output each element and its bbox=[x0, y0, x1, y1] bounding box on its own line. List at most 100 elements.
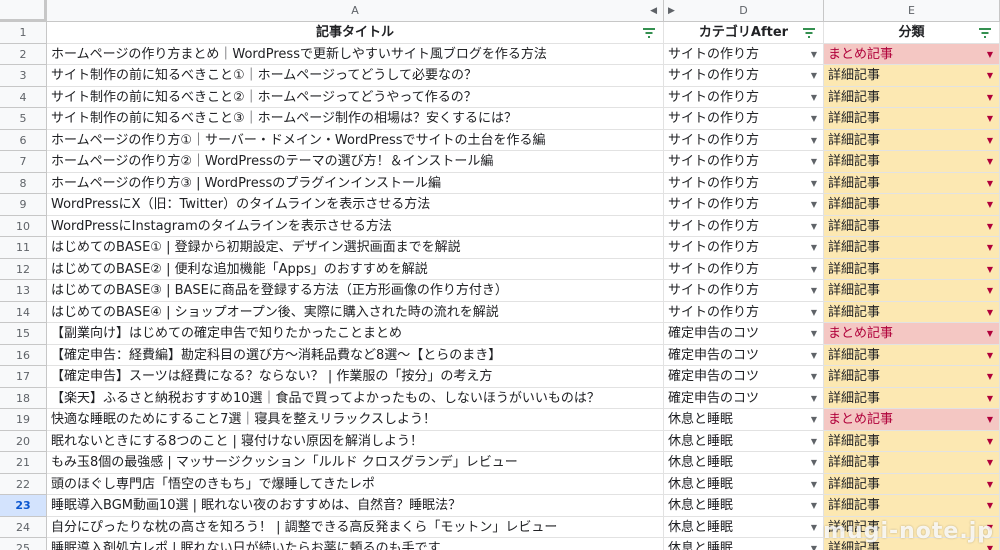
row-number[interactable]: 20 bbox=[0, 430, 47, 452]
row-number[interactable]: 24 bbox=[0, 516, 47, 538]
filter-icon[interactable] bbox=[643, 28, 655, 38]
row-number[interactable]: 14 bbox=[0, 301, 47, 323]
dropdown-arrow-icon[interactable]: ▼ bbox=[987, 216, 993, 237]
category-cell[interactable]: 休息と睡眠 ▼ bbox=[664, 473, 824, 495]
dropdown-arrow-icon[interactable]: ▼ bbox=[811, 431, 817, 452]
title-cell[interactable]: はじめてのBASE① | 登録から初期設定、デザイン選択画面までを解説 bbox=[47, 237, 664, 259]
dropdown-arrow-icon[interactable]: ▼ bbox=[811, 495, 817, 516]
row-number[interactable]: 11 bbox=[0, 237, 47, 259]
dropdown-arrow-icon[interactable]: ▼ bbox=[987, 409, 993, 430]
dropdown-arrow-icon[interactable]: ▼ bbox=[811, 108, 817, 129]
title-cell[interactable]: 眠れないときにする8つのこと | 寝付けない原因を解消しよう！ bbox=[47, 430, 664, 452]
type-cell[interactable]: 詳細記事 ▼ bbox=[824, 387, 1000, 409]
dropdown-arrow-icon[interactable]: ▼ bbox=[811, 151, 817, 172]
title-cell[interactable]: WordPressにInstagramのタイムラインを表示させる方法 bbox=[47, 215, 664, 237]
type-cell[interactable]: 詳細記事 ▼ bbox=[824, 172, 1000, 194]
title-cell[interactable]: ホームページの作り方①｜サーバー・ドメイン・WordPressでサイトの土台を作… bbox=[47, 129, 664, 151]
category-cell[interactable]: 確定申告のコツ ▼ bbox=[664, 366, 824, 388]
dropdown-arrow-icon[interactable]: ▼ bbox=[987, 495, 993, 516]
spreadsheet-grid[interactable]: A ◀ ▶ D E 1 記事タイトル カテゴリAfter 分類 2 ホームページの… bbox=[0, 0, 1000, 550]
title-cell[interactable]: 自分にぴったりな枕の高さを知ろう！ | 調整できる高反発まくら「モットン」レビュ… bbox=[47, 516, 664, 538]
category-cell[interactable]: サイトの作り方 ▼ bbox=[664, 215, 824, 237]
row-number[interactable]: 10 bbox=[0, 215, 47, 237]
row-number[interactable]: 6 bbox=[0, 129, 47, 151]
dropdown-arrow-icon[interactable]: ▼ bbox=[811, 216, 817, 237]
row-number[interactable]: 19 bbox=[0, 409, 47, 431]
category-cell[interactable]: サイトの作り方 ▼ bbox=[664, 258, 824, 280]
type-cell[interactable]: 詳細記事 ▼ bbox=[824, 258, 1000, 280]
row-number[interactable]: 21 bbox=[0, 452, 47, 474]
dropdown-arrow-icon[interactable]: ▼ bbox=[987, 280, 993, 301]
title-cell[interactable]: サイト制作の前に知るべきこと③｜ホームページ制作の相場は？安くするには？ bbox=[47, 108, 664, 130]
dropdown-arrow-icon[interactable]: ▼ bbox=[811, 194, 817, 215]
dropdown-arrow-icon[interactable]: ▼ bbox=[811, 366, 817, 387]
dropdown-arrow-icon[interactable]: ▼ bbox=[811, 44, 817, 65]
dropdown-arrow-icon[interactable]: ▼ bbox=[987, 388, 993, 409]
dropdown-arrow-icon[interactable]: ▼ bbox=[811, 259, 817, 280]
dropdown-arrow-icon[interactable]: ▼ bbox=[987, 194, 993, 215]
type-cell[interactable]: 詳細記事 ▼ bbox=[824, 108, 1000, 130]
dropdown-arrow-icon[interactable]: ▼ bbox=[987, 366, 993, 387]
dropdown-arrow-icon[interactable]: ▼ bbox=[987, 87, 993, 108]
type-cell[interactable]: 詳細記事 ▼ bbox=[824, 473, 1000, 495]
category-cell[interactable]: サイトの作り方 ▼ bbox=[664, 43, 824, 65]
title-cell[interactable]: はじめてのBASE④ | ショップオープン後、実際に購入された時の流れを解説 bbox=[47, 301, 664, 323]
dropdown-arrow-icon[interactable]: ▼ bbox=[811, 87, 817, 108]
column-header-d[interactable]: ▶ D bbox=[664, 0, 824, 22]
title-cell[interactable]: 頭のほぐし専門店「悟空のきもち」で爆睡してきたレポ bbox=[47, 473, 664, 495]
type-cell[interactable]: 詳細記事 ▼ bbox=[824, 129, 1000, 151]
category-cell[interactable]: サイトの作り方 ▼ bbox=[664, 151, 824, 173]
dropdown-arrow-icon[interactable]: ▼ bbox=[987, 345, 993, 366]
dropdown-arrow-icon[interactable]: ▼ bbox=[811, 388, 817, 409]
title-cell[interactable]: 睡眠導入BGM動画10選 | 眠れない夜のおすすめは、自然音？睡眠法？ bbox=[47, 495, 664, 517]
row-number[interactable]: 18 bbox=[0, 387, 47, 409]
dropdown-arrow-icon[interactable]: ▼ bbox=[811, 65, 817, 86]
category-cell[interactable]: 確定申告のコツ ▼ bbox=[664, 323, 824, 345]
category-cell[interactable]: サイトの作り方 ▼ bbox=[664, 237, 824, 259]
title-cell[interactable]: 【副業向け】はじめての確定申告で知りたかったことまとめ bbox=[47, 323, 664, 345]
category-cell[interactable]: サイトの作り方 ▼ bbox=[664, 301, 824, 323]
dropdown-arrow-icon[interactable]: ▼ bbox=[811, 237, 817, 258]
dropdown-arrow-icon[interactable]: ▼ bbox=[987, 173, 993, 194]
header-category-cell[interactable]: カテゴリAfter bbox=[664, 22, 824, 44]
title-cell[interactable]: 【確定申告】スーツは経費になる？ならない？ | 作業服の「按分」の考え方 bbox=[47, 366, 664, 388]
row-number[interactable]: 16 bbox=[0, 344, 47, 366]
title-cell[interactable]: WordPressにX（旧：Twitter）のタイムラインを表示させる方法 bbox=[47, 194, 664, 216]
dropdown-arrow-icon[interactable]: ▼ bbox=[811, 280, 817, 301]
title-cell[interactable]: 【楽天】ふるさと納税おすすめ10選｜食品で買ってよかったもの、しないほうがいいも… bbox=[47, 387, 664, 409]
category-cell[interactable]: 休息と睡眠 ▼ bbox=[664, 516, 824, 538]
type-cell[interactable]: 詳細記事 ▼ bbox=[824, 237, 1000, 259]
type-cell[interactable]: 詳細記事 ▼ bbox=[824, 65, 1000, 87]
category-cell[interactable]: サイトの作り方 ▼ bbox=[664, 129, 824, 151]
column-header-a[interactable]: A ◀ bbox=[47, 0, 664, 22]
dropdown-arrow-icon[interactable]: ▼ bbox=[811, 345, 817, 366]
dropdown-arrow-icon[interactable]: ▼ bbox=[811, 173, 817, 194]
dropdown-arrow-icon[interactable]: ▼ bbox=[987, 474, 993, 495]
row-number[interactable]: 25 bbox=[0, 538, 47, 550]
filter-icon[interactable] bbox=[979, 28, 991, 38]
dropdown-arrow-icon[interactable]: ▼ bbox=[987, 151, 993, 172]
dropdown-arrow-icon[interactable]: ▼ bbox=[987, 431, 993, 452]
dropdown-arrow-icon[interactable]: ▼ bbox=[811, 130, 817, 151]
category-cell[interactable]: サイトの作り方 ▼ bbox=[664, 194, 824, 216]
title-cell[interactable]: はじめてのBASE③ | BASEに商品を登録する方法（正方形画像の作り方付き） bbox=[47, 280, 664, 302]
column-header-e[interactable]: E bbox=[824, 0, 1000, 22]
dropdown-arrow-icon[interactable]: ▼ bbox=[987, 108, 993, 129]
dropdown-arrow-icon[interactable]: ▼ bbox=[811, 517, 817, 538]
title-cell[interactable]: ホームページの作り方③ | WordPressのプラグインインストール編 bbox=[47, 172, 664, 194]
row-number[interactable]: 2 bbox=[0, 43, 47, 65]
row-number[interactable]: 7 bbox=[0, 151, 47, 173]
filter-icon[interactable] bbox=[803, 28, 815, 38]
title-cell[interactable]: ホームページの作り方②｜WordPressのテーマの選び方！＆インストール編 bbox=[47, 151, 664, 173]
dropdown-arrow-icon[interactable]: ▼ bbox=[987, 323, 993, 344]
type-cell[interactable]: まとめ記事 ▼ bbox=[824, 409, 1000, 431]
type-cell[interactable]: まとめ記事 ▼ bbox=[824, 43, 1000, 65]
category-cell[interactable]: サイトの作り方 ▼ bbox=[664, 65, 824, 87]
dropdown-arrow-icon[interactable]: ▼ bbox=[811, 474, 817, 495]
row-number[interactable]: 9 bbox=[0, 194, 47, 216]
category-cell[interactable]: 休息と睡眠 ▼ bbox=[664, 430, 824, 452]
dropdown-arrow-icon[interactable]: ▼ bbox=[987, 259, 993, 280]
row-number[interactable]: 12 bbox=[0, 258, 47, 280]
row-number[interactable]: 4 bbox=[0, 86, 47, 108]
category-cell[interactable]: 休息と睡眠 ▼ bbox=[664, 452, 824, 474]
